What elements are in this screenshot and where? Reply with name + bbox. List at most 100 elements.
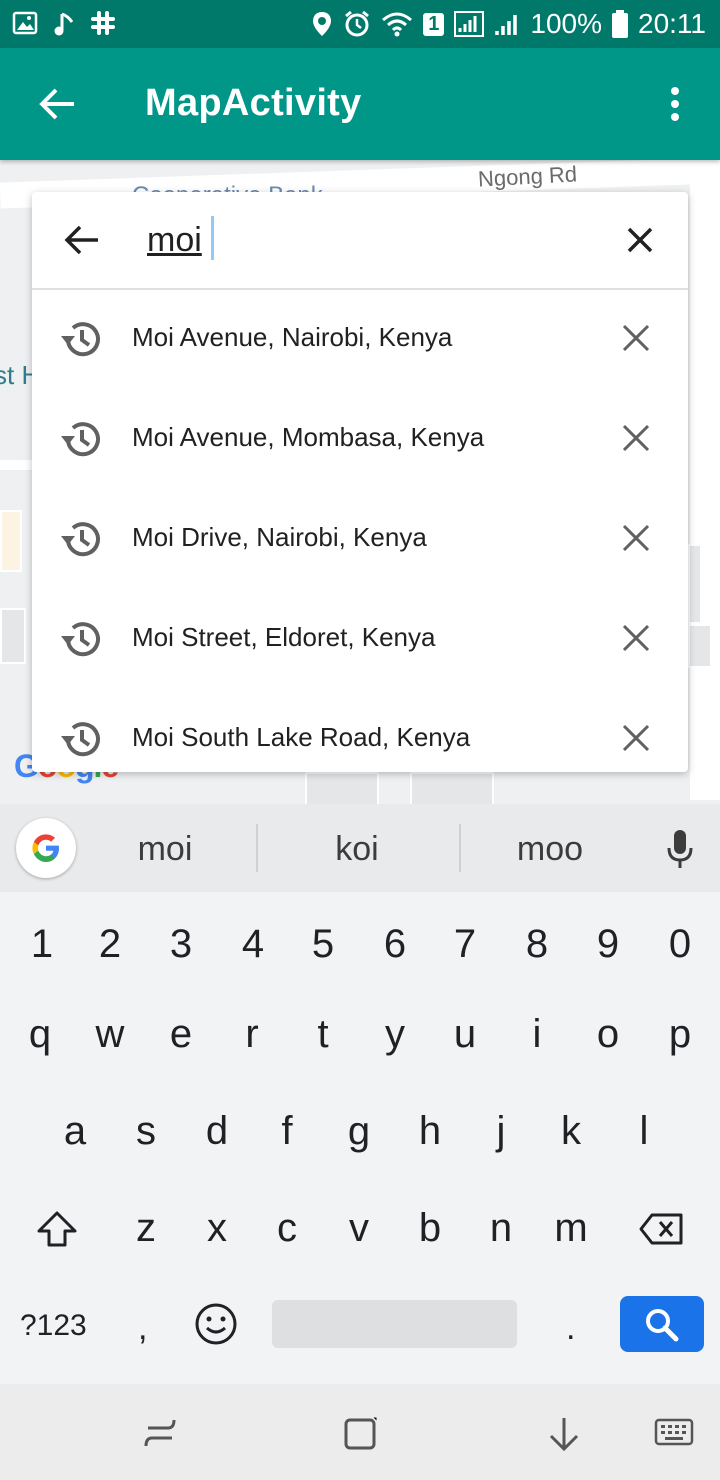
key[interactable]: o [578,1012,638,1057]
keyboard-suggestion[interactable]: moo [460,830,640,869]
signal-icon [454,11,485,37]
key[interactable]: h [400,1109,460,1154]
status-bar: 1 100% 20:11 [0,0,720,48]
comma-key[interactable]: , [138,1309,147,1348]
key[interactable]: d [187,1109,247,1154]
clock: 20:11 [638,8,706,39]
clear-search-icon[interactable] [626,226,654,254]
key[interactable]: z [116,1206,176,1251]
remove-suggestion-icon[interactable] [620,622,652,654]
period-key[interactable]: . [566,1309,575,1348]
suggestion-label: Moi Avenue, Nairobi, Kenya [132,322,453,352]
suggestion-label: Moi Street, Eldoret, Kenya [132,622,436,652]
music-note-icon [54,12,74,36]
map-block [688,624,712,668]
history-icon [61,522,100,557]
key[interactable]: n [471,1206,531,1251]
key[interactable]: x [187,1206,247,1251]
wifi-icon [382,12,413,37]
key[interactable]: u [435,1012,495,1057]
key[interactable]: t [293,1012,353,1057]
key[interactable]: 1 [12,922,72,967]
back-arrow-icon[interactable] [38,86,76,122]
text-caret [211,216,214,260]
google-g-icon[interactable] [16,818,76,878]
app-bar: MapActivity [0,48,720,160]
map-block [305,772,379,804]
key[interactable]: m [541,1206,601,1251]
search-key[interactable] [620,1296,704,1352]
suggestion-item[interactable]: Moi South Lake Road, Kenya [32,688,688,772]
key[interactable]: v [329,1206,389,1251]
battery-icon [612,10,628,38]
key[interactable]: q [10,1012,70,1057]
keyboard-toggle-icon[interactable] [654,1418,694,1448]
key[interactable]: 4 [223,922,283,967]
key[interactable]: 3 [151,922,211,967]
suggestion-label: Moi Drive, Nairobi, Kenya [132,522,427,552]
key[interactable]: w [80,1012,140,1057]
gallery-icon [12,11,38,35]
home-icon[interactable] [342,1414,380,1452]
keyboard-suggestion[interactable]: koi [267,830,447,869]
key[interactable]: 7 [435,922,495,967]
remove-suggestion-icon[interactable] [620,522,652,554]
map-block [0,510,22,572]
symbols-key[interactable]: ?123 [20,1309,87,1343]
suggestion-item[interactable]: Moi Drive, Nairobi, Kenya [32,488,688,588]
key[interactable]: c [257,1206,317,1251]
key[interactable]: r [222,1012,282,1057]
history-icon [61,722,100,757]
map-block [0,608,26,664]
keyboard-suggestion[interactable]: moi [75,830,255,869]
suggestion-item[interactable]: Moi Avenue, Mombasa, Kenya [32,388,688,488]
recents-icon[interactable] [142,1416,178,1448]
overflow-menu-icon[interactable] [668,86,682,122]
search-card: Moi Avenue, Nairobi, Kenya Moi Avenue, M… [32,192,688,772]
map-block [688,544,702,624]
navigation-bar [0,1384,720,1480]
sim-badge: 1 [423,12,445,36]
key[interactable]: l [614,1109,674,1154]
key[interactable]: 6 [365,922,425,967]
emoji-icon[interactable] [194,1302,238,1346]
search-back-icon[interactable] [64,224,100,256]
history-icon [61,622,100,657]
key[interactable]: j [471,1109,531,1154]
remove-suggestion-icon[interactable] [620,322,652,354]
keyboard: moi koi moo 1 2 3 4 5 6 7 8 9 0 q w e r … [0,804,720,1384]
key[interactable]: p [650,1012,710,1057]
map-road [690,160,720,800]
microphone-icon[interactable] [666,828,694,870]
search-icon [646,1309,679,1342]
key[interactable]: b [400,1206,460,1251]
space-bar[interactable] [272,1300,517,1348]
key[interactable]: a [45,1109,105,1154]
key[interactable]: i [507,1012,567,1057]
signal-2-icon [495,15,518,35]
backspace-icon[interactable] [638,1212,684,1246]
key[interactable]: f [257,1109,317,1154]
key[interactable]: 5 [293,922,353,967]
key[interactable]: s [116,1109,176,1154]
remove-suggestion-icon[interactable] [620,722,652,754]
shift-icon[interactable] [36,1210,78,1248]
slack-icon [91,11,115,35]
back-nav-icon[interactable] [546,1414,582,1454]
key[interactable]: 0 [650,922,710,967]
key[interactable]: 2 [80,922,140,967]
key[interactable]: 9 [578,922,638,967]
alarm-icon [345,10,370,37]
key[interactable]: k [541,1109,601,1154]
history-icon [61,422,100,457]
key[interactable]: 8 [507,922,567,967]
history-icon [61,322,100,357]
key[interactable]: e [151,1012,211,1057]
suggestion-item[interactable]: Moi Street, Eldoret, Kenya [32,588,688,688]
battery-percent: 100% [530,8,602,39]
suggestion-item[interactable]: Moi Avenue, Nairobi, Kenya [32,288,688,388]
key[interactable]: g [329,1109,389,1154]
key[interactable]: y [365,1012,425,1057]
remove-suggestion-icon[interactable] [620,422,652,454]
search-row [32,192,688,290]
